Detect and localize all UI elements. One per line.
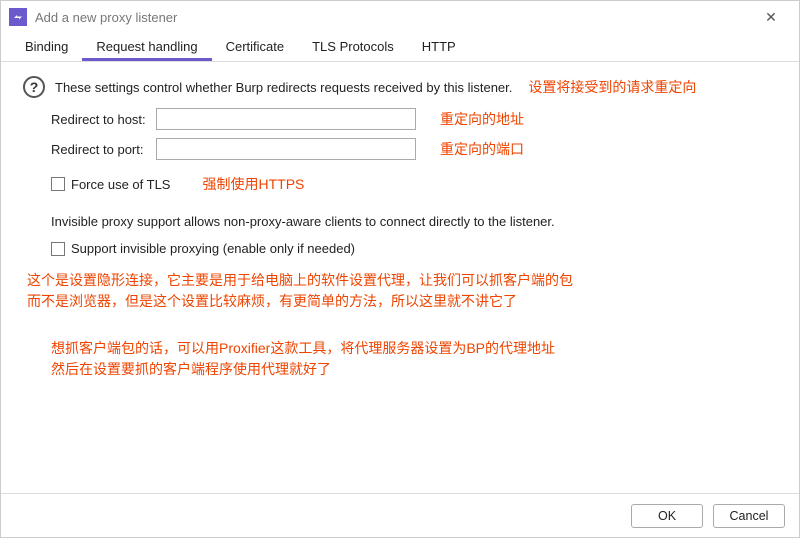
app-icon xyxy=(9,8,27,26)
titlebar: Add a new proxy listener ✕ xyxy=(1,1,799,33)
tab-tls-protocols[interactable]: TLS Protocols xyxy=(298,33,408,61)
annotation-proxifier-line2: 然后在设置要抓的客户端程序使用代理就好了 xyxy=(51,359,777,380)
cancel-button[interactable]: Cancel xyxy=(713,504,785,528)
tab-bar: Binding Request handling Certificate TLS… xyxy=(1,33,799,62)
annotation-invisible-block: 这个是设置隐形连接，它主要是用于给电脑上的软件设置代理，让我们可以抓客户端的包 … xyxy=(27,270,777,312)
dialog-footer: OK Cancel xyxy=(1,493,799,537)
window-title: Add a new proxy listener xyxy=(35,10,751,25)
help-icon[interactable]: ? xyxy=(23,76,45,98)
description-text: These settings control whether Burp redi… xyxy=(55,80,512,95)
invisible-proxy-description: Invisible proxy support allows non-proxy… xyxy=(51,214,777,229)
annotation-desc: 设置将接受到的请求重定向 xyxy=(528,77,696,97)
annotation-proxifier-block: 想抓客户端包的话，可以用Proxifier这款工具，将代理服务器设置为BP的代理… xyxy=(51,338,777,380)
redirect-host-input[interactable] xyxy=(156,108,416,130)
dialog-window: Add a new proxy listener ✕ Binding Reque… xyxy=(0,0,800,538)
annotation-proxifier-line1: 想抓客户端包的话，可以用Proxifier这款工具，将代理服务器设置为BP的代理… xyxy=(51,338,777,359)
annotation-port: 重定向的端口 xyxy=(440,139,524,159)
annotation-host: 重定向的地址 xyxy=(440,109,524,129)
tab-request-handling[interactable]: Request handling xyxy=(82,33,211,61)
tab-http[interactable]: HTTP xyxy=(408,33,470,61)
annotation-invisible-line2: 而不是浏览器，但是这个设置比较麻烦，有更简单的方法，所以这里就不讲它了 xyxy=(27,291,777,312)
redirect-port-input[interactable] xyxy=(156,138,416,160)
tab-certificate[interactable]: Certificate xyxy=(212,33,299,61)
annotation-invisible-line1: 这个是设置隐形连接，它主要是用于给电脑上的软件设置代理，让我们可以抓客户端的包 xyxy=(27,270,777,291)
redirect-port-label: Redirect to port: xyxy=(51,142,156,157)
redirect-host-label: Redirect to host: xyxy=(51,112,156,127)
invisible-proxy-checkbox[interactable] xyxy=(51,242,65,256)
force-tls-label: Force use of TLS xyxy=(71,177,170,192)
close-icon[interactable]: ✕ xyxy=(751,9,791,26)
body: ? These settings control whether Burp re… xyxy=(1,62,799,537)
force-tls-checkbox[interactable] xyxy=(51,177,65,191)
annotation-tls: 强制使用HTTPS xyxy=(202,174,304,194)
tab-binding[interactable]: Binding xyxy=(11,33,82,61)
ok-button[interactable]: OK xyxy=(631,504,703,528)
invisible-proxy-label: Support invisible proxying (enable only … xyxy=(71,241,355,256)
